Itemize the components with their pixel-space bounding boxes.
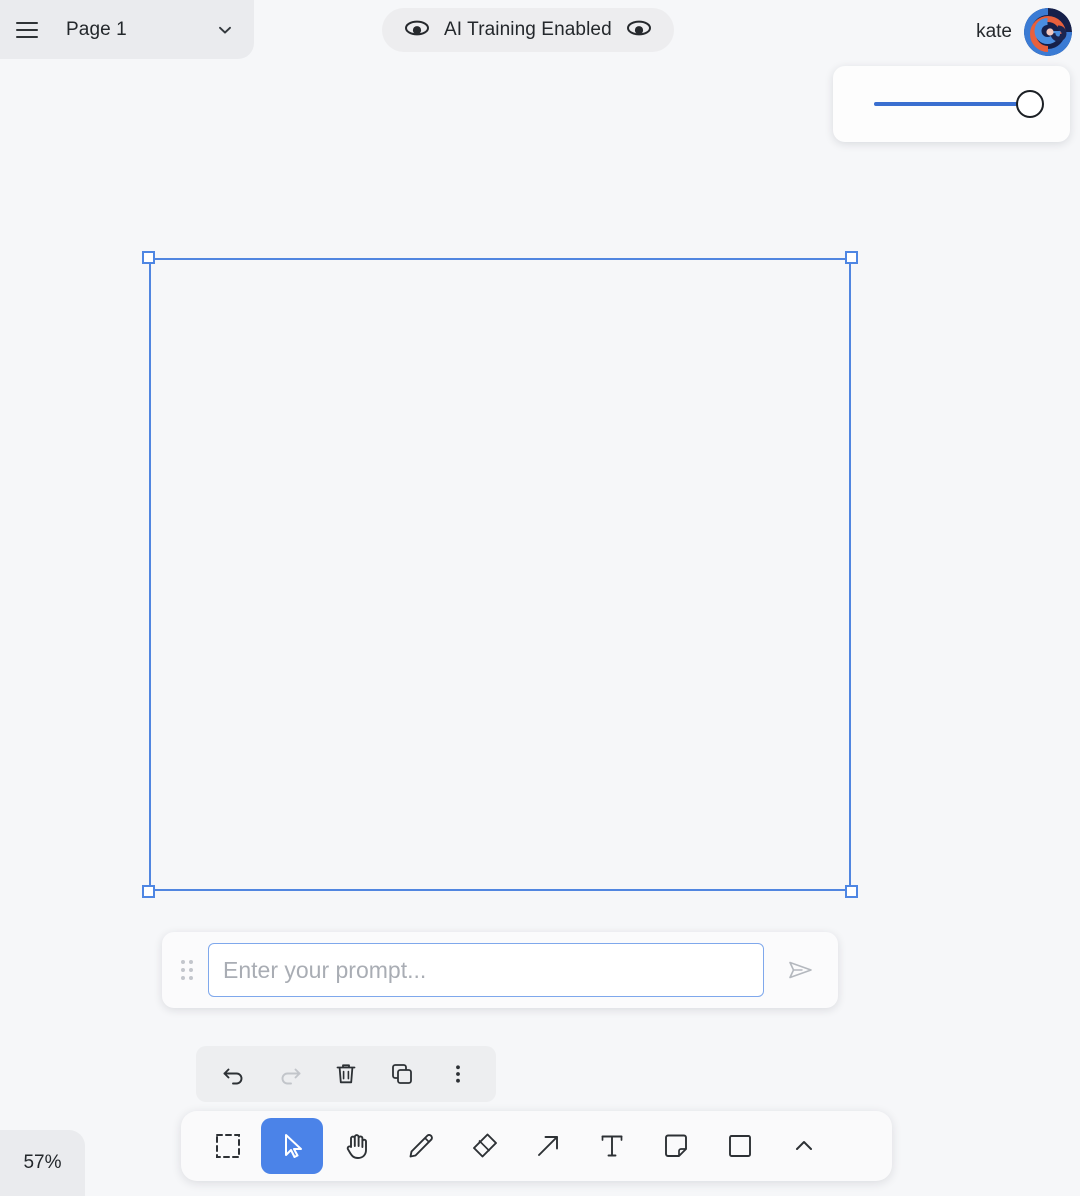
ai-training-label: AI Training Enabled — [444, 19, 612, 40]
ai-training-status-pill[interactable]: AI Training Enabled — [382, 8, 674, 52]
selection-rectangle — [149, 258, 851, 891]
tool-draw-pencil[interactable] — [389, 1119, 451, 1173]
tool-text[interactable] — [581, 1119, 643, 1173]
opacity-slider[interactable] — [857, 86, 1047, 122]
slider-fill — [873, 102, 1030, 106]
hamburger-menu-icon[interactable] — [10, 13, 44, 47]
page-name-label[interactable]: Page 1 — [44, 19, 212, 41]
redo-arrow-icon[interactable] — [270, 1054, 310, 1094]
selected-object-bounding-box[interactable] — [142, 251, 858, 898]
slider-thumb[interactable] — [1015, 90, 1044, 118]
tool-pan-hand[interactable] — [325, 1119, 387, 1173]
user-account-area: kate — [976, 8, 1072, 56]
resize-handle-top-right[interactable] — [845, 251, 858, 264]
eye-icon — [626, 18, 652, 43]
prompt-input[interactable] — [208, 943, 764, 997]
object-context-toolbar — [196, 1046, 496, 1102]
send-paper-plane-icon[interactable] — [776, 946, 824, 994]
zoom-level-panel[interactable]: 57% — [0, 1130, 85, 1196]
eye-icon — [404, 18, 430, 43]
resize-handle-bottom-right[interactable] — [845, 885, 858, 898]
trash-icon[interactable] — [326, 1054, 366, 1094]
more-vertical-dots-icon[interactable] — [438, 1054, 478, 1094]
avatar[interactable] — [1024, 8, 1072, 56]
tool-arrow[interactable] — [517, 1119, 579, 1173]
resize-handle-bottom-left[interactable] — [142, 885, 155, 898]
tool-select-cursor[interactable] — [261, 1118, 323, 1174]
drag-dots-icon[interactable] — [178, 958, 196, 982]
prompt-bar — [162, 932, 838, 1008]
duplicate-squares-icon[interactable] — [382, 1054, 422, 1094]
chevron-down-icon[interactable] — [212, 17, 238, 43]
zoom-level-label: 57% — [23, 1152, 62, 1173]
tool-sticky-note[interactable] — [645, 1119, 707, 1173]
user-name-label: kate — [976, 21, 1012, 42]
tool-marquee-select[interactable] — [197, 1119, 259, 1173]
page-selector-panel: Page 1 — [0, 0, 254, 59]
tool-dock — [181, 1111, 892, 1181]
slider-panel — [833, 66, 1070, 142]
tool-rectangle[interactable] — [709, 1119, 771, 1173]
undo-arrow-icon[interactable] — [214, 1054, 254, 1094]
resize-handle-top-left[interactable] — [142, 251, 155, 264]
tool-eraser[interactable] — [453, 1119, 515, 1173]
tool-collapse-chevron-up-icon[interactable] — [773, 1119, 835, 1173]
